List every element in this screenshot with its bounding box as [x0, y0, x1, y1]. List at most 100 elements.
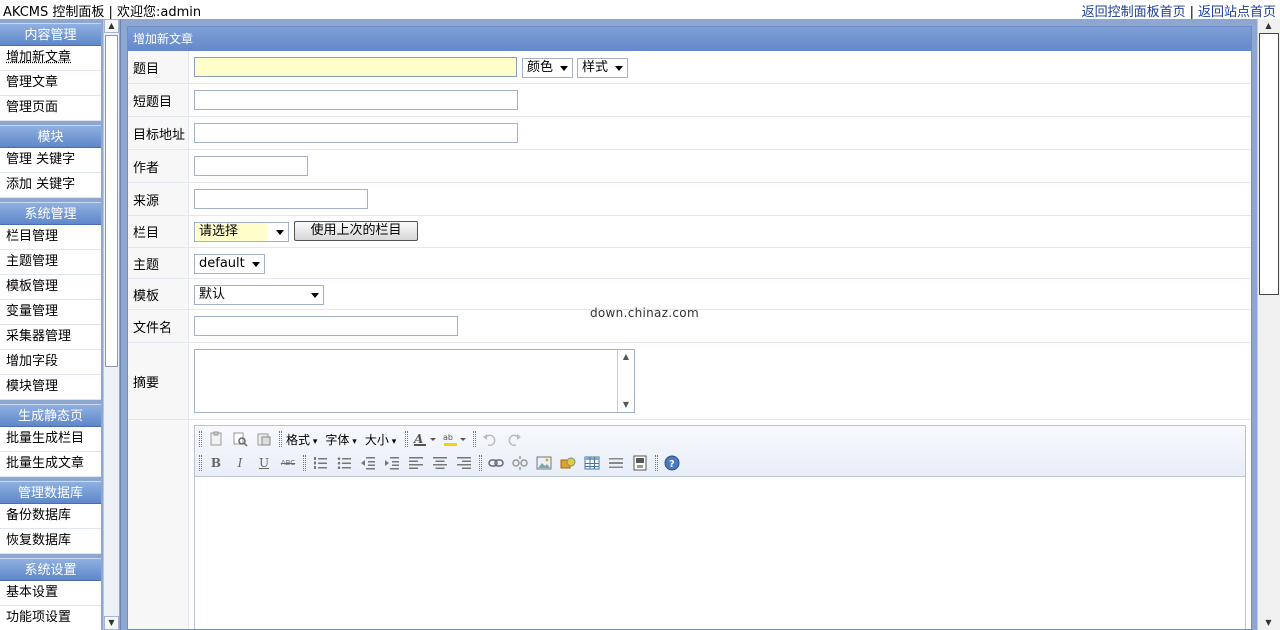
template-select-value: 默认 [199, 287, 226, 302]
help-icon[interactable]: ? [662, 453, 682, 473]
scroll-down-arrow-icon[interactable]: ▼ [104, 616, 119, 630]
sidebar-item-add-keywords[interactable]: 添加 关键字 [0, 173, 101, 198]
sidebar-item-add-article[interactable]: 增加新文章 [0, 46, 101, 71]
sidebar-group-database[interactable]: 管理数据库 [0, 481, 101, 504]
sidebar-item-batch-categories[interactable]: 批量生成栏目 [0, 427, 101, 452]
find-icon[interactable] [230, 429, 250, 449]
undo-icon[interactable] [480, 429, 500, 449]
title-input[interactable] [194, 57, 517, 77]
bold-icon[interactable]: B [206, 453, 226, 473]
scroll-up-arrow-icon[interactable]: ▲ [618, 350, 634, 364]
format-dropdown[interactable]: 格式 [286, 431, 317, 448]
paste-word-icon[interactable] [254, 429, 274, 449]
source-input[interactable] [194, 189, 368, 209]
scroll-down-arrow-icon[interactable]: ▼ [1260, 616, 1277, 630]
sidebar-item-template-manage[interactable]: 模板管理 [0, 275, 101, 300]
sidebar-item-add-field[interactable]: 增加字段 [0, 350, 101, 375]
editor-content-area[interactable] [195, 477, 1245, 629]
paste-icon[interactable] [206, 429, 226, 449]
scroll-up-arrow-icon[interactable]: ▲ [1260, 19, 1277, 33]
redo-icon[interactable] [504, 429, 524, 449]
site-home-link[interactable]: 返回站点首页 [1198, 5, 1276, 20]
media-icon[interactable] [558, 453, 578, 473]
sidebar-item-backup-db[interactable]: 备份数据库 [0, 504, 101, 529]
sidebar-item-batch-articles[interactable]: 批量生成文章 [0, 452, 101, 477]
sidebar-item-variable-manage[interactable]: 变量管理 [0, 300, 101, 325]
control-panel-home-link[interactable]: 返回控制面板首页 [1082, 5, 1186, 20]
sidebar-item-category-manage[interactable]: 栏目管理 [0, 225, 101, 250]
category-select[interactable]: 请选择 [194, 222, 289, 242]
source-label: 来源 [128, 183, 189, 215]
sidebar-item-theme-manage[interactable]: 主题管理 [0, 250, 101, 275]
sidebar-item-collector-manage[interactable]: 采集器管理 [0, 325, 101, 350]
toolbar-separator [405, 431, 409, 447]
align-left-icon[interactable] [406, 453, 426, 473]
underline-icon[interactable]: U [254, 453, 274, 473]
link-icon[interactable] [486, 453, 506, 473]
page-scroll-thumb[interactable] [1259, 33, 1279, 295]
short-title-input[interactable] [194, 90, 518, 110]
indent-icon[interactable] [382, 453, 402, 473]
rich-text-editor[interactable]: 格式 字体 大小 A ab [194, 425, 1246, 629]
row-content: 格式 字体 大小 A ab [128, 420, 1251, 629]
align-center-icon[interactable] [430, 453, 450, 473]
template-select[interactable]: 默认 [194, 285, 324, 305]
add-article-panel: 增加新文章 题目 颜色 样式 短题目 目标地址 作者 来源 栏目 请选择 使用上… [127, 26, 1252, 630]
strikethrough-icon[interactable]: ABC [278, 453, 298, 473]
toolbar-row-1: 格式 字体 大小 A ab [198, 428, 528, 450]
font-color-icon[interactable]: A [412, 429, 438, 449]
outdent-icon[interactable] [358, 453, 378, 473]
sidebar-item-basic-settings[interactable]: 基本设置 [0, 581, 101, 606]
row-title: 题目 颜色 样式 [128, 51, 1251, 84]
source-icon[interactable] [630, 453, 650, 473]
ordered-list-icon[interactable] [310, 453, 330, 473]
size-dropdown[interactable]: 大小 [365, 431, 396, 448]
unlink-icon[interactable] [510, 453, 530, 473]
sidebar-item-manage-pages[interactable]: 管理页面 [0, 96, 101, 121]
author-input[interactable] [194, 156, 308, 176]
sidebar-scroll-thumb[interactable] [105, 35, 118, 367]
italic-icon[interactable]: I [230, 453, 250, 473]
target-url-input[interactable] [194, 123, 518, 143]
watermark-text: down.chinaz.com [590, 306, 699, 320]
color-select[interactable]: 颜色 [522, 58, 573, 78]
summary-textarea[interactable] [194, 349, 635, 413]
sidebar-group-modules[interactable]: 模块 [0, 125, 101, 148]
style-select[interactable]: 样式 [577, 58, 628, 78]
table-icon[interactable] [582, 453, 602, 473]
theme-select[interactable]: default [194, 254, 265, 274]
unordered-list-icon[interactable] [334, 453, 354, 473]
sidebar-group-static[interactable]: 生成静态页 [0, 404, 101, 427]
scroll-down-arrow-icon[interactable]: ▼ [618, 398, 634, 412]
use-last-category-button[interactable]: 使用上次的栏目 [294, 221, 418, 241]
sidebar-item-module-manage[interactable]: 模块管理 [0, 375, 101, 400]
highlight-icon[interactable]: ab [442, 429, 468, 449]
page-scrollbar[interactable]: ▲ ▼ [1257, 19, 1280, 630]
chevron-down-icon [615, 66, 623, 71]
font-dropdown[interactable]: 字体 [325, 431, 356, 448]
scroll-up-arrow-icon[interactable]: ▲ [104, 19, 119, 33]
sidebar-group-settings[interactable]: 系统设置 [0, 558, 101, 581]
align-right-icon[interactable] [454, 453, 474, 473]
summary-label: 摘要 [128, 343, 189, 419]
summary-scrollbar[interactable]: ▲ ▼ [617, 350, 634, 412]
sidebar: 内容管理 增加新文章 管理文章 管理页面 模块 管理 关键字 添加 关键字 系统… [0, 23, 101, 630]
sidebar-group-system[interactable]: 系统管理 [0, 202, 101, 225]
chevron-down-icon [560, 66, 568, 71]
toolbar-grip [199, 431, 202, 447]
sidebar-group-content[interactable]: 内容管理 [0, 23, 101, 46]
filename-input[interactable] [194, 316, 458, 336]
sidebar-item-feature-settings[interactable]: 功能项设置 [0, 606, 101, 630]
horizontal-rule-icon[interactable] [606, 453, 626, 473]
category-label: 栏目 [128, 216, 189, 247]
editor-toolbar: 格式 字体 大小 A ab [195, 426, 1245, 477]
toolbar-separator [473, 431, 477, 447]
chevron-down-icon [276, 230, 284, 235]
target-url-label: 目标地址 [128, 117, 189, 149]
sidebar-item-manage-keywords[interactable]: 管理 关键字 [0, 148, 101, 173]
row-source: 来源 [128, 183, 1251, 216]
sidebar-item-manage-articles[interactable]: 管理文章 [0, 71, 101, 96]
sidebar-item-restore-db[interactable]: 恢复数据库 [0, 529, 101, 554]
image-icon[interactable] [534, 453, 554, 473]
sidebar-scrollbar[interactable]: ▲ ▼ [103, 19, 119, 630]
